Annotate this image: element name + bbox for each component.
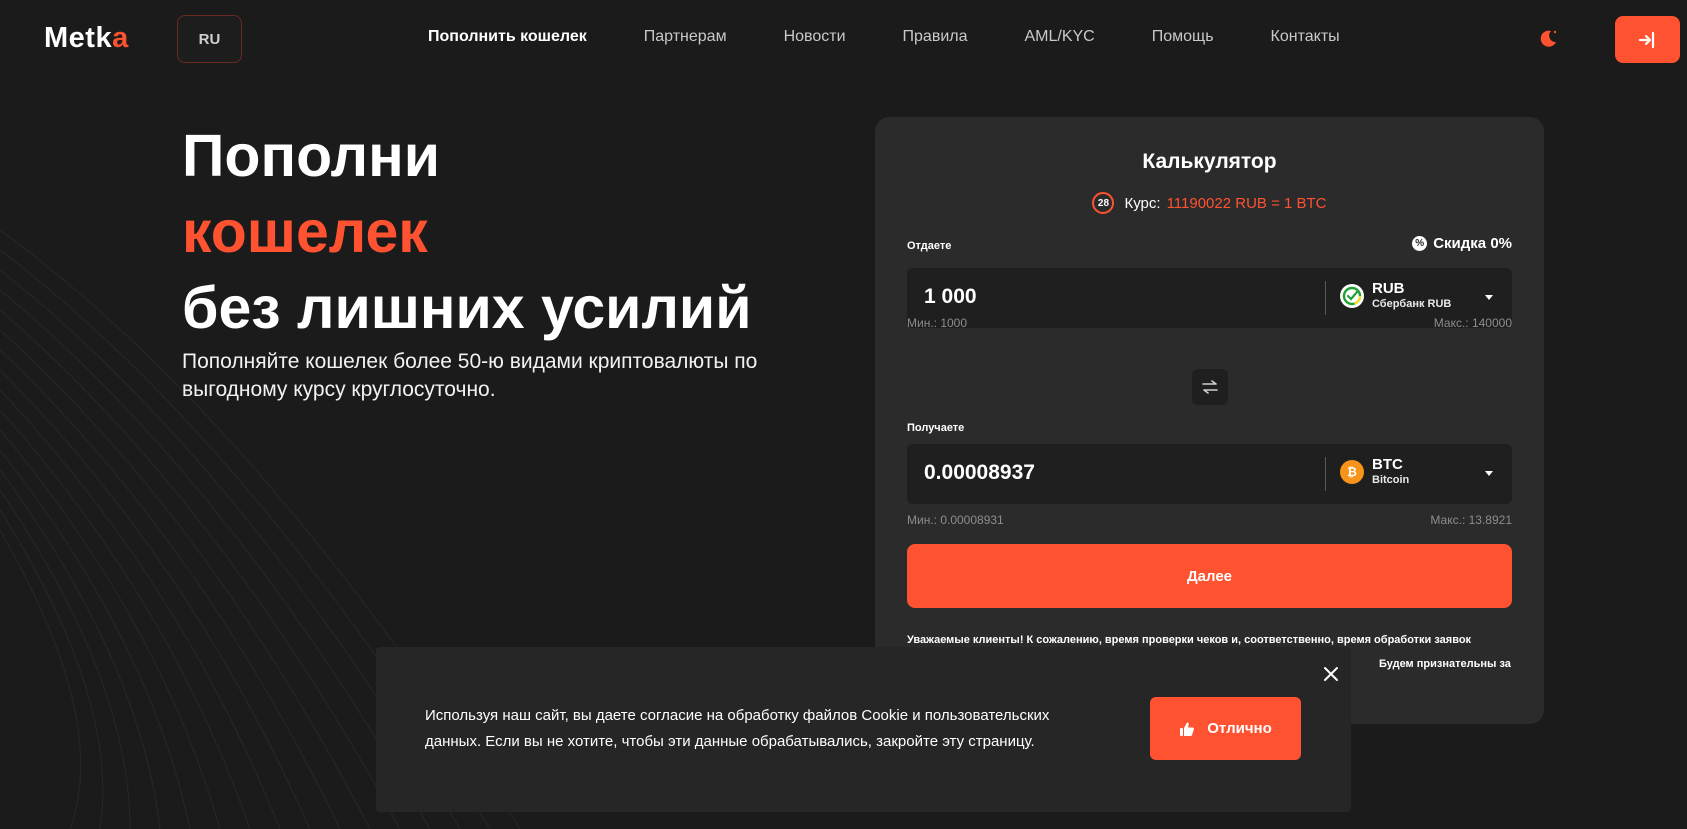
get-min: Мин.: 0.00008931 bbox=[907, 513, 1004, 527]
hero-title-line-2: кошелек bbox=[182, 199, 428, 265]
login-button[interactable] bbox=[1615, 16, 1680, 63]
calculator-title: Калькулятор bbox=[1142, 150, 1277, 173]
swap-button[interactable] bbox=[1192, 369, 1228, 405]
chevron-down-icon[interactable] bbox=[1485, 295, 1493, 300]
give-currency-code: RUB bbox=[1372, 280, 1405, 297]
rate-timer: 28 bbox=[1092, 192, 1115, 214]
get-label: Получаете bbox=[907, 422, 965, 434]
get-currency-select[interactable]: ₿ BTC Bitcoin bbox=[1340, 456, 1409, 488]
percent-icon: % bbox=[1412, 236, 1428, 251]
cookie-accept-button[interactable]: Отлично bbox=[1150, 697, 1301, 760]
give-min: Мин.: 1000 bbox=[907, 316, 968, 330]
swap-icon bbox=[1202, 380, 1218, 394]
get-currency-code: BTC bbox=[1372, 456, 1403, 473]
site-header: Metka RU Пополнить кошелек Партнерам Нов… bbox=[0, 0, 1687, 80]
next-button[interactable]: Далее bbox=[907, 544, 1512, 608]
chevron-down-icon[interactable] bbox=[1485, 471, 1493, 476]
sberbank-icon bbox=[1340, 284, 1364, 308]
nav-item-news[interactable]: Новости bbox=[784, 28, 846, 46]
cookie-text: Используя наш сайт, вы даете согласие на… bbox=[425, 707, 1050, 750]
thumbs-up-icon bbox=[1179, 721, 1195, 737]
give-amount-field[interactable]: 1 000 RUB Сбербанк RUB bbox=[907, 268, 1512, 328]
nav-item-rules[interactable]: Правила bbox=[903, 28, 968, 46]
divider bbox=[1325, 457, 1326, 491]
give-max: Макс.: 140000 bbox=[1433, 316, 1512, 330]
cookie-banner: Используя наш сайт, вы даете согласие на… bbox=[376, 647, 1351, 812]
nav-item-contacts[interactable]: Контакты bbox=[1271, 28, 1340, 46]
get-amount-field[interactable]: 0.00008937 ₿ BTC Bitcoin bbox=[907, 444, 1512, 504]
language-switcher[interactable]: RU bbox=[177, 15, 242, 63]
give-amount-input[interactable]: 1 000 bbox=[924, 285, 977, 309]
give-currency-select[interactable]: RUB Сбербанк RUB bbox=[1340, 280, 1451, 312]
login-icon bbox=[1638, 31, 1654, 48]
close-icon bbox=[1324, 667, 1338, 681]
cookie-accept-label: Отлично bbox=[1207, 720, 1272, 737]
close-button[interactable] bbox=[1316, 659, 1346, 689]
hero-title: Пополни кошелек без лишних усилий bbox=[182, 118, 751, 346]
hero-title-line-1: Пополни bbox=[182, 123, 441, 189]
rate-label: Курс: bbox=[1124, 194, 1161, 212]
get-amount-input[interactable]: 0.00008937 bbox=[924, 461, 1035, 485]
logo[interactable]: Metka bbox=[44, 22, 129, 55]
get-currency-name: Bitcoin bbox=[1372, 474, 1410, 486]
rate-value: 11190022 RUB = 1 BTC bbox=[1166, 194, 1327, 212]
give-currency-name: Сбербанк RUB bbox=[1372, 298, 1452, 310]
discount-badge: % Скидка 0% bbox=[1412, 235, 1512, 252]
hero-subtitle: Пополняйте кошелек более 50-ю видами кри… bbox=[182, 350, 758, 401]
discount-text: Скидка 0% bbox=[1433, 235, 1512, 252]
moon-icon[interactable] bbox=[1536, 26, 1560, 50]
nav-item-aml-kyc[interactable]: AML/KYC bbox=[1024, 28, 1094, 46]
get-max: Макс.: 13.8921 bbox=[1430, 513, 1512, 527]
nav-item-help[interactable]: Помощь bbox=[1152, 28, 1214, 46]
bitcoin-icon: ₿ bbox=[1340, 460, 1364, 484]
divider bbox=[1325, 281, 1326, 315]
hero-title-line-3: без лишних усилий bbox=[182, 275, 752, 341]
nav-item-topup[interactable]: Пополнить кошелек bbox=[428, 28, 587, 46]
exchange-calculator: Калькулятор 28 Курс: 11190022 RUB = 1 BT… bbox=[875, 117, 1544, 724]
exchange-rate: 28 Курс: 11190022 RUB = 1 BTC bbox=[875, 192, 1544, 214]
nav-item-partners[interactable]: Партнерам bbox=[644, 28, 727, 46]
give-label: Отдаете bbox=[907, 240, 952, 252]
main-nav: Пополнить кошелек Партнерам Новости Прав… bbox=[428, 28, 1397, 46]
